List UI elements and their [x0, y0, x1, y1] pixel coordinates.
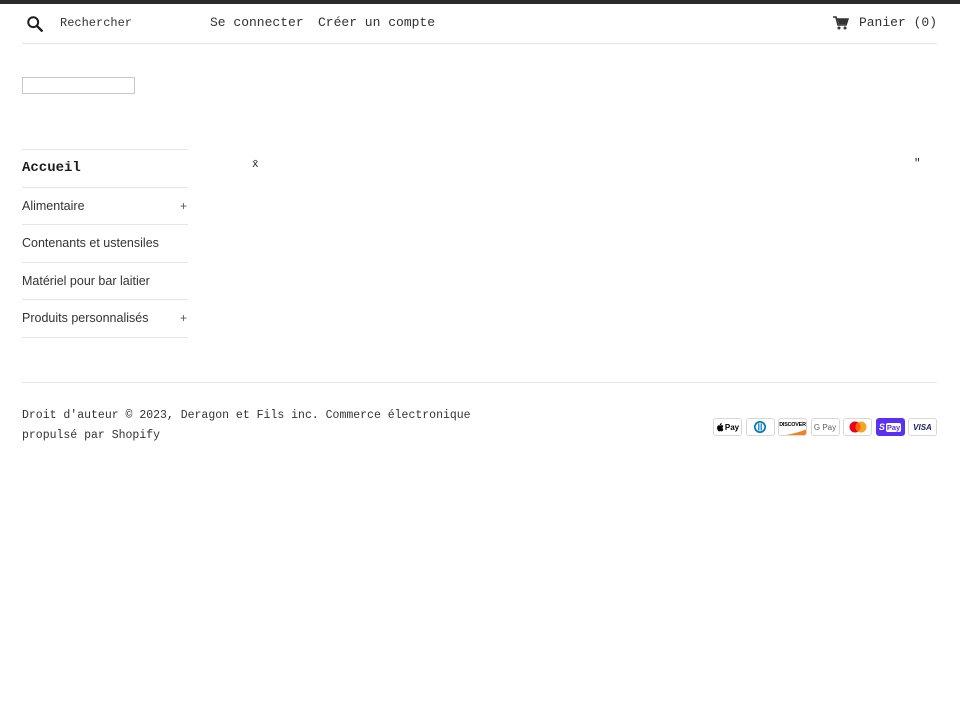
expand-plus-icon[interactable]: + [180, 311, 188, 325]
visa-icon: VISA [908, 418, 937, 436]
payment-label: Pay [724, 422, 740, 432]
register-link[interactable]: Créer un compte [318, 15, 435, 30]
sidebar-item-produits-personnalises[interactable]: Produits personnalisés + [22, 300, 188, 338]
cart-icon [832, 15, 849, 29]
payment-label: G Pay [813, 422, 837, 432]
payment-label: DISCOVER [779, 422, 806, 428]
sidebar-item-label: Matériel pour bar laitier [22, 273, 150, 288]
sidebar-item-label: Contenants et ustensiles [22, 236, 159, 251]
sidebar-item-label: Alimentaire [22, 198, 85, 213]
sidebar-item-label: Accueil [22, 160, 81, 177]
sidebar-item-contenants[interactable]: Contenants et ustensiles [22, 225, 188, 263]
slideshow-prev-glyph[interactable]: x̄ [252, 159, 259, 171]
apple-pay-icon: Pay [713, 418, 742, 436]
google-pay-icon: G Pay [810, 418, 840, 436]
sidebar-item-alimentaire[interactable]: Alimentaire + [22, 188, 188, 225]
shop-pay-icon: S Pay [875, 418, 905, 436]
payment-label: Pay [885, 422, 902, 432]
footer-divider [22, 382, 937, 383]
slideshow-pause-glyph[interactable]: " [914, 158, 921, 170]
site-header: Se connecter Créer un compte Panier 0 [22, 4, 937, 44]
search-input[interactable] [60, 13, 200, 33]
login-link[interactable]: Se connecter [210, 15, 304, 30]
logo-placeholder[interactable] [22, 77, 135, 94]
cart-label: Panier [858, 15, 906, 30]
discover-icon: DISCOVER [778, 418, 807, 436]
footer-copyright: Droit d'auteur © 2023, Deragon et Fils i… [22, 409, 471, 442]
expand-plus-icon[interactable]: + [180, 199, 188, 213]
cart-count: 0 [914, 15, 937, 30]
shop-s-glyph: S [878, 422, 885, 432]
sidebar-item-accueil[interactable]: Accueil [22, 150, 188, 188]
cart-link[interactable]: Panier 0 [832, 15, 937, 30]
sidebar-item-label: Produits personnalisés [22, 311, 149, 326]
payment-label: VISA [913, 422, 932, 432]
sidebar-item-materiel-bar-laitier[interactable]: Matériel pour bar laitier [22, 263, 188, 300]
sidebar-nav: Accueil Alimentaire + Contenants et uste… [22, 149, 188, 338]
diners-club-icon [745, 418, 775, 436]
mastercard-icon [843, 418, 872, 436]
search-icon[interactable] [26, 15, 44, 33]
payment-icons: Pay DISCOVER G Pay S Pay VISA [713, 418, 937, 436]
